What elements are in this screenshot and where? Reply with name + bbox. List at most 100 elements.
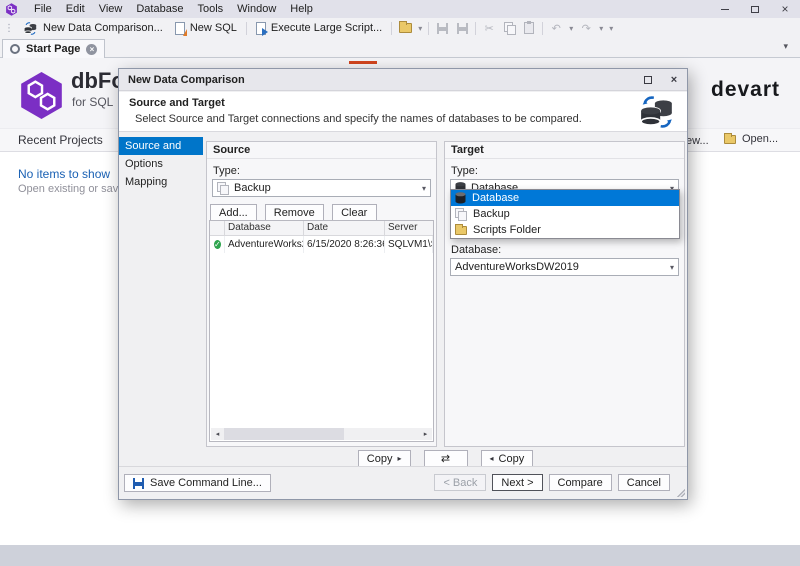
dialog-footer: Save Command Line... < Back Next > Compa… — [119, 466, 687, 499]
copy-icon[interactable] — [499, 19, 519, 37]
popup-option-database-label: Database — [472, 192, 519, 204]
new-project-button[interactable]: ew... — [686, 135, 709, 147]
database-icon — [455, 192, 466, 204]
tab-start-page-label: Start Page — [26, 43, 80, 55]
target-database-value: AdventureWorksDW2019 — [455, 261, 579, 273]
scrollbar-thumb[interactable] — [224, 428, 344, 440]
copy-controls: Copy ▸ ⇄ ◂ Copy — [206, 450, 685, 467]
open-file-icon[interactable] — [395, 19, 415, 37]
app-logo-icon — [5, 3, 18, 16]
list-header-date[interactable]: Date — [304, 221, 385, 235]
backup-icon — [217, 182, 229, 194]
menu-database[interactable]: Database — [129, 0, 190, 18]
open-dropdown-caret-icon[interactable]: ▾ — [415, 24, 425, 33]
sidebar-item-mapping[interactable]: Mapping — [119, 173, 203, 191]
list-header-database[interactable]: Database — [225, 221, 304, 235]
clear-button[interactable]: Clear — [332, 204, 377, 221]
open-folder-icon — [724, 135, 736, 144]
row-database-cell: AdventureWorks2019 — [225, 236, 304, 253]
undo-dropdown-caret-icon[interactable]: ▾ — [566, 24, 576, 33]
menu-file[interactable]: File — [27, 0, 59, 18]
window-controls: × — [710, 0, 800, 18]
popup-option-scripts-folder[interactable]: Scripts Folder — [451, 222, 679, 238]
horizontal-scrollbar[interactable]: ◂ ▸ — [211, 428, 432, 440]
scroll-left-icon[interactable]: ◂ — [211, 430, 224, 438]
copy-to-target-button[interactable]: Copy ▸ — [358, 450, 411, 467]
sidebar-item-source-and-target[interactable]: Source and Target — [119, 137, 203, 155]
menu-tools[interactable]: Tools — [190, 0, 230, 18]
redo-icon[interactable]: ↷ — [576, 19, 596, 37]
scripts-folder-icon — [455, 226, 467, 235]
accent-dash — [349, 61, 377, 64]
recent-projects-label: Recent Projects — [18, 133, 103, 147]
target-database-field: Database: AdventureWorksDW2019 ▾ — [445, 238, 684, 276]
dialog-close-icon[interactable]: × — [661, 69, 687, 90]
scroll-right-icon[interactable]: ▸ — [419, 430, 432, 438]
menu-edit[interactable]: Edit — [59, 0, 92, 18]
toolbar-grip-icon: ⋮ — [4, 23, 14, 34]
row-status-cell: ✓ — [210, 236, 225, 253]
copy-to-source-button[interactable]: ◂ Copy — [481, 450, 534, 467]
new-data-comparison-dialog: New Data Comparison × Source and Target … — [118, 68, 688, 500]
dialog-body: Source and Target Options Mapping Source… — [119, 133, 687, 466]
copy-to-source-label: Copy — [499, 453, 525, 465]
new-sql-button[interactable]: New SQL — [169, 19, 243, 37]
source-panel: Source Type: Backup ▾ Add... Remove Clea… — [206, 141, 437, 447]
source-type-dropdown[interactable]: Backup ▾ — [212, 179, 431, 197]
list-header: Database Date Server — [210, 221, 433, 236]
backup-icon — [455, 208, 467, 220]
remove-button[interactable]: Remove — [265, 204, 324, 221]
dialog-window-controls: × — [635, 69, 687, 90]
redo-dropdown-caret-icon[interactable]: ▾ — [596, 24, 606, 33]
new-data-comparison-button[interactable]: New Data Comparison... — [17, 19, 169, 37]
source-type-label: Type: — [213, 165, 436, 177]
arrow-right-icon: ▸ — [397, 454, 401, 463]
brand-title: dbFo — [71, 68, 125, 94]
execute-large-script-button[interactable]: Execute Large Script... — [250, 19, 388, 37]
table-row[interactable]: ✓ AdventureWorks2019 6/15/2020 8:26:36 P… — [210, 236, 433, 253]
add-button[interactable]: Add... — [210, 204, 257, 221]
compare-button[interactable]: Compare — [549, 474, 612, 491]
tab-start-page[interactable]: Start Page × — [2, 39, 105, 58]
brand-subtitle: for SQL — [72, 95, 113, 109]
list-header-status[interactable] — [210, 221, 225, 235]
next-button[interactable]: Next > — [492, 474, 542, 491]
maximize-icon[interactable] — [740, 0, 770, 18]
open-project-button[interactable]: Open... — [724, 133, 778, 145]
tab-list-caret-icon[interactable]: ▾ — [783, 41, 788, 52]
close-icon[interactable]: × — [770, 0, 800, 18]
list-header-server[interactable]: Server — [385, 221, 433, 235]
row-server-cell: SQLVM1\SQL20 — [385, 236, 433, 253]
toolbar-overflow-caret-icon[interactable]: ▾ — [606, 24, 616, 33]
popup-option-database[interactable]: Database — [451, 190, 679, 206]
menu-help[interactable]: Help — [283, 0, 320, 18]
popup-option-scripts-folder-label: Scripts Folder — [473, 224, 541, 236]
menu-window[interactable]: Window — [230, 0, 283, 18]
tab-close-icon[interactable]: × — [86, 44, 97, 55]
minimize-icon[interactable] — [710, 0, 740, 18]
sidebar-item-options[interactable]: Options — [119, 155, 203, 173]
swap-button[interactable]: ⇄ — [424, 450, 468, 467]
popup-option-backup[interactable]: Backup — [451, 206, 679, 222]
dialog-maximize-icon[interactable] — [635, 69, 661, 90]
save-all-icon[interactable] — [452, 19, 472, 37]
dialog-titlebar[interactable]: New Data Comparison × — [119, 69, 687, 91]
save-command-line-button[interactable]: Save Command Line... — [124, 474, 271, 492]
cancel-button[interactable]: Cancel — [618, 474, 670, 491]
cut-icon[interactable]: ✂ — [479, 19, 499, 37]
toolbar-separator — [246, 22, 247, 35]
resize-grip[interactable] — [676, 488, 685, 497]
undo-icon[interactable]: ↶ — [546, 19, 566, 37]
dbforge-logo — [19, 71, 64, 120]
document-tabstrip: Start Page × ▾ — [0, 38, 800, 58]
back-button[interactable]: < Back — [434, 474, 486, 491]
chevron-down-icon: ▾ — [422, 184, 426, 193]
save-icon[interactable] — [432, 19, 452, 37]
menu-view[interactable]: View — [92, 0, 130, 18]
dialog-title: New Data Comparison — [128, 74, 245, 86]
target-panel-title: Target — [445, 142, 684, 159]
execute-script-icon — [256, 22, 266, 35]
target-database-dropdown[interactable]: AdventureWorksDW2019 ▾ — [450, 258, 679, 276]
paste-icon[interactable] — [519, 19, 539, 37]
copy-to-target-label: Copy — [367, 453, 393, 465]
